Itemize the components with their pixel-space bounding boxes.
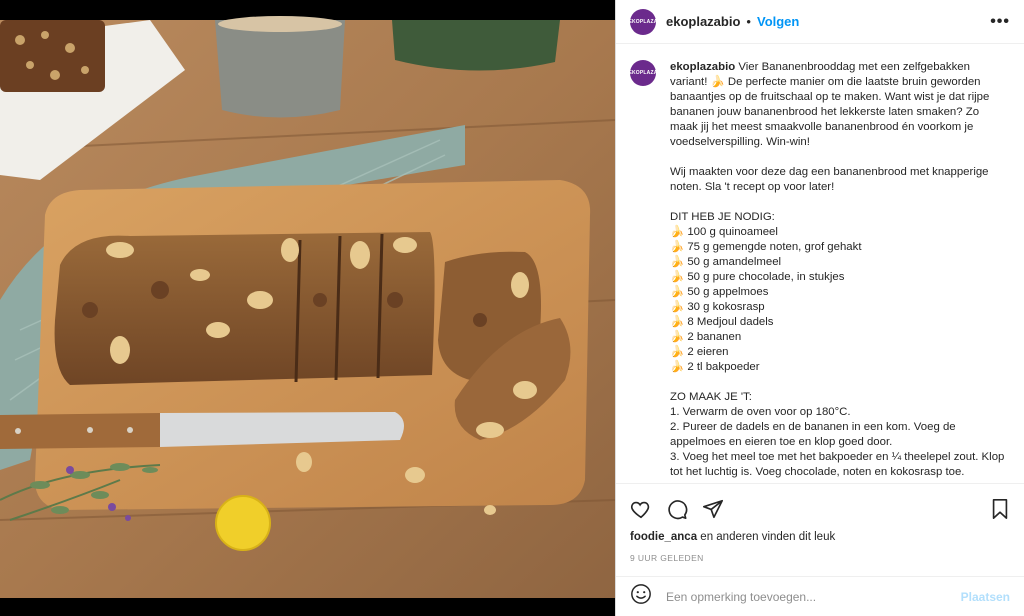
avatar[interactable]: EKOPLAZA [628,8,657,35]
bookmark-icon[interactable] [990,498,1010,520]
post-comment-button[interactable]: Plaatsen [961,590,1010,604]
caption: EKOPLAZA ekoplazabio Vier Bananenbroodda… [628,60,1008,480]
comments-area[interactable]: EKOPLAZA ekoplazabio Vier Bananenbroodda… [616,46,1024,484]
post-sidebar: EKOPLAZA ekoplazabio • Volgen ••• EKOPLA… [615,0,1024,616]
more-options-icon[interactable]: ••• [990,13,1010,31]
post-image[interactable] [0,0,615,616]
likes-summary: foodie_anca en anderen vinden dit leuk [630,531,835,543]
likes-text: en anderen vinden dit leuk [697,531,836,543]
liker-username[interactable]: foodie_anca [630,531,697,543]
caption-username[interactable]: ekoplazabio [670,61,735,73]
follow-button[interactable]: Volgen [757,14,799,29]
action-bar [630,494,1010,524]
caption-avatar[interactable]: EKOPLAZA [628,60,657,86]
comment-icon[interactable] [666,498,688,520]
caption-body: Vier Bananenbrooddag met een zelfgebakke… [670,61,1005,478]
emoji-icon[interactable] [630,583,652,610]
username-link[interactable]: ekoplazabio [666,14,740,29]
comment-bar: Plaatsen [616,576,1024,616]
separator-dot: • [746,14,751,29]
heart-icon[interactable] [630,498,652,520]
post-header: EKOPLAZA ekoplazabio • Volgen ••• [616,0,1024,44]
post-timestamp[interactable]: 9 UUR GELEDEN [630,553,704,563]
caption-text: ekoplazabio Vier Bananenbrooddag met een… [670,60,1008,480]
paper-plane-icon[interactable] [702,498,724,520]
comment-input[interactable] [664,588,961,605]
banana-bread-photo [0,0,615,616]
